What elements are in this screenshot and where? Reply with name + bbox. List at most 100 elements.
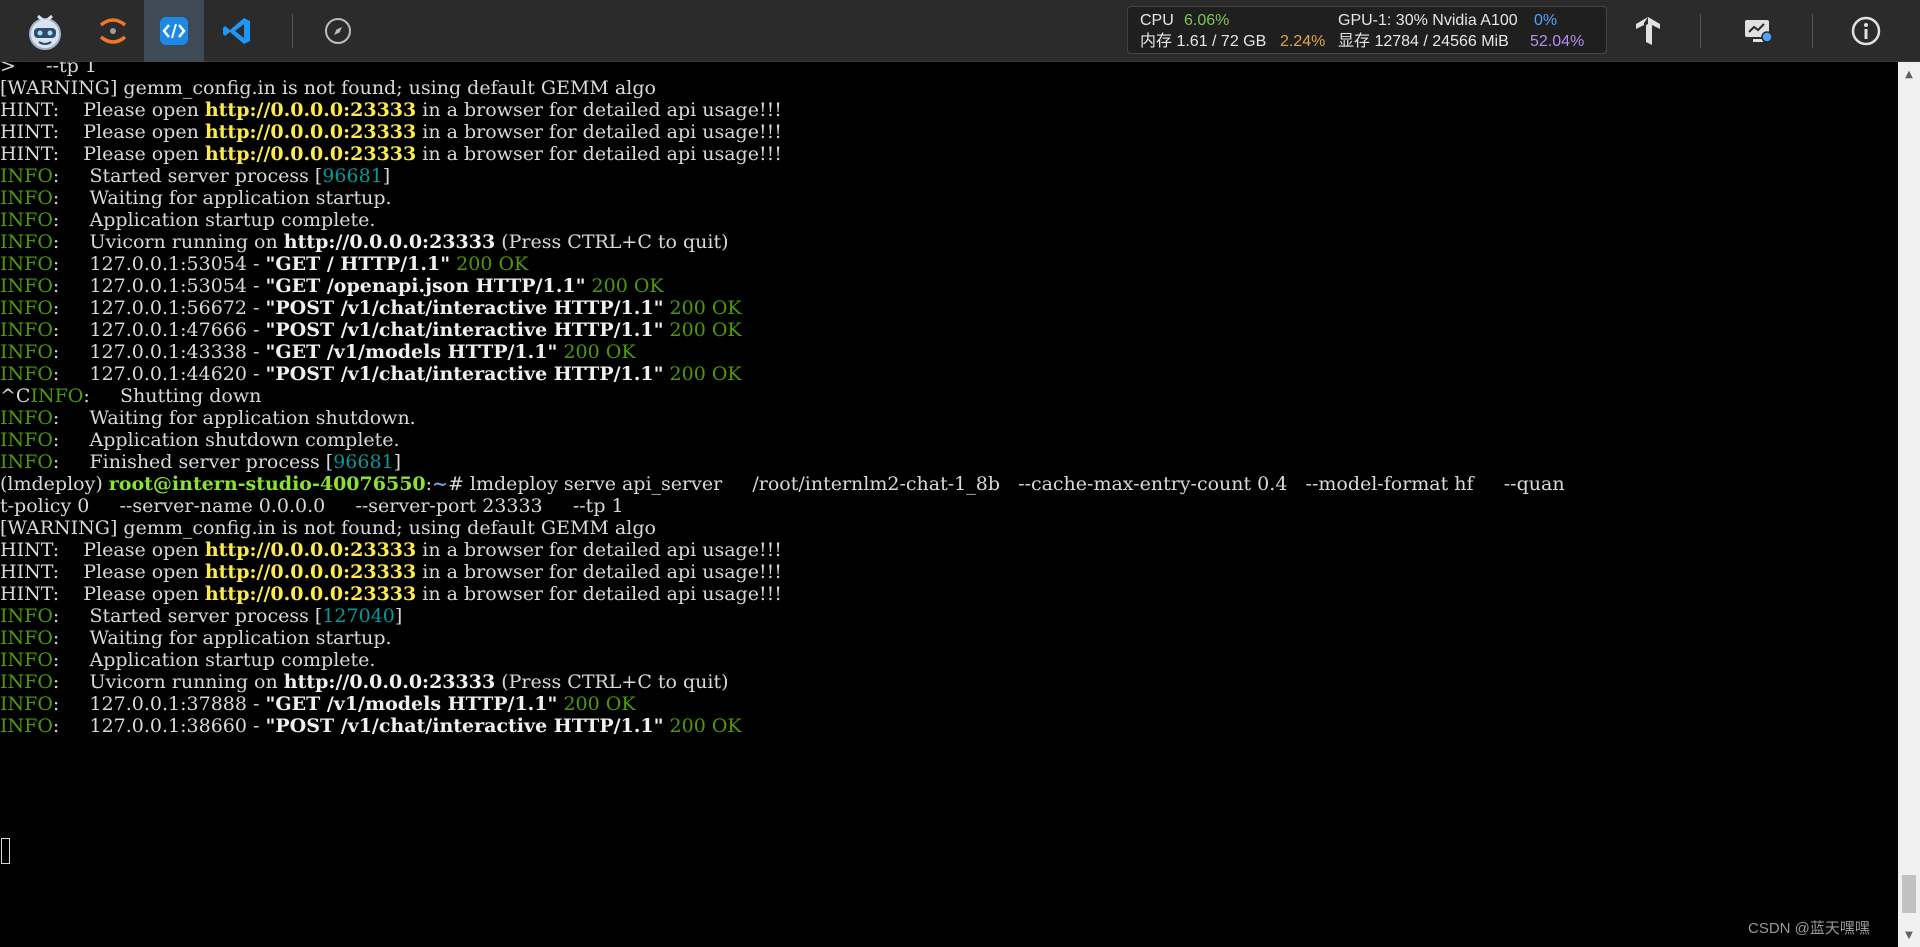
highlighted-text: http://0.0.0.0:23333	[283, 231, 496, 253]
highlighted-text: "POST /v1/chat/interactive HTTP/1.1"	[265, 363, 664, 385]
terminal-text: : 127.0.0.1:44620 -	[52, 363, 266, 385]
log-level-info: INFO	[0, 187, 53, 209]
terminal-text: in a browser for detailed api usage!!!	[416, 561, 782, 583]
terminal-text: : Application startup complete.	[52, 209, 376, 231]
log-level-info: INFO	[0, 209, 53, 231]
terminal-text: : 127.0.0.1:38660 -	[52, 715, 266, 737]
gpu-label: GPU-1: 30% Nvidia A100	[1338, 12, 1518, 29]
terminal-text: : 127.0.0.1:43338 -	[52, 341, 266, 363]
log-level-info: INFO	[0, 451, 53, 473]
terminal-text: in a browser for detailed api usage!!!	[416, 99, 782, 121]
status-ok: 200 OK	[450, 253, 529, 275]
terminal-text: : 127.0.0.1:37888 -	[52, 693, 266, 715]
terminal-text: : Started server process [	[52, 165, 323, 187]
top-toolbar: CPU 6.06% 内存 1.61 / 72 GB 2.24% GPU-1: 3…	[0, 0, 1920, 62]
log-level-info: INFO	[0, 605, 53, 627]
terminal-line: INFO: 127.0.0.1:38660 - "POST /v1/chat/i…	[0, 713, 742, 740]
status-ok: 200 OK	[557, 341, 636, 363]
url-link[interactable]: http://0.0.0.0:23333	[205, 121, 416, 143]
terminal-text: : 127.0.0.1:56672 -	[52, 297, 266, 319]
code-server-icon[interactable]	[144, 0, 204, 62]
log-level-info: INFO	[0, 429, 53, 451]
scrollbar-thumb[interactable]	[1902, 875, 1916, 913]
terminal-text: : Uvicorn running on	[52, 231, 284, 253]
url-link[interactable]: http://0.0.0.0:23333	[205, 143, 416, 165]
log-level-info: INFO	[0, 649, 53, 671]
vram-label: 显存 12784 / 24566 MiB	[1338, 33, 1509, 50]
scroll-up-arrow-icon[interactable]: ▲	[1898, 64, 1920, 84]
url-link[interactable]: http://0.0.0.0:23333	[205, 583, 416, 605]
vram-usage-value: 52.04%	[1530, 33, 1585, 50]
terminal-text: : Waiting for application startup.	[52, 627, 392, 649]
terminal-text: ^C	[0, 385, 31, 407]
terminal-scrollbar[interactable]: ▲ ▼	[1898, 62, 1920, 947]
cpu-usage-value: 6.06%	[1184, 12, 1230, 29]
watermark: CSDN @蓝天嘿嘿	[1748, 920, 1870, 937]
log-level-info: INFO	[0, 363, 53, 385]
highlighted-text: "GET /openapi.json HTTP/1.1"	[265, 275, 586, 297]
toolbar-divider	[1812, 14, 1813, 48]
log-level-info: INFO	[0, 319, 53, 341]
process-id: 127040	[322, 605, 395, 627]
robot-logo-icon[interactable]	[10, 0, 80, 62]
status-ok: 200 OK	[663, 319, 742, 341]
process-id: 96681	[333, 451, 394, 473]
log-level-info: INFO	[0, 627, 53, 649]
terminal-text: : Shutting down	[83, 385, 262, 407]
status-ok: 200 OK	[663, 363, 742, 385]
tensorflow-icon[interactable]	[1622, 0, 1674, 62]
terminal-text: : Finished server process [	[52, 451, 334, 473]
terminal-text: HINT: Please open	[0, 539, 205, 561]
status-ok: 200 OK	[663, 715, 742, 737]
terminal-text: in a browser for detailed api usage!!!	[416, 143, 782, 165]
log-level-info: INFO	[0, 165, 53, 187]
highlighted-text: http://0.0.0.0:23333	[283, 671, 496, 693]
terminal-text: ]	[394, 605, 403, 627]
shell-prompt-path: ~	[432, 473, 448, 495]
vscode-icon[interactable]	[210, 0, 264, 62]
terminal-text: : 127.0.0.1:53054 -	[52, 275, 266, 297]
terminal-text: in a browser for detailed api usage!!!	[416, 121, 782, 143]
highlighted-text: "POST /v1/chat/interactive HTTP/1.1"	[265, 297, 664, 319]
scroll-down-arrow-icon[interactable]: ▼	[1898, 925, 1920, 945]
terminal-text: HINT: Please open	[0, 143, 205, 165]
terminal-text: [WARNING] gemm_config.in is not found; u…	[0, 517, 656, 539]
log-level-info: INFO	[0, 341, 53, 363]
terminal-text: (Press CTRL+C to quit)	[495, 231, 729, 253]
log-level-info: INFO	[0, 231, 53, 253]
log-level-info: INFO	[0, 253, 53, 275]
status-ok: 200 OK	[557, 693, 636, 715]
terminal-text: HINT: Please open	[0, 99, 205, 121]
terminal-text: : 127.0.0.1:53054 -	[52, 253, 266, 275]
terminal-text: HINT: Please open	[0, 561, 205, 583]
resource-stats-panel: CPU 6.06% 内存 1.61 / 72 GB 2.24% GPU-1: 3…	[1127, 6, 1607, 54]
terminal-text: in a browser for detailed api usage!!!	[416, 539, 782, 561]
highlighted-text: "GET /v1/models HTTP/1.1"	[265, 341, 558, 363]
log-level-info: INFO	[0, 715, 53, 737]
memory-usage-value: 2.24%	[1280, 33, 1326, 50]
log-level-info: INFO	[0, 671, 53, 693]
terminal-output[interactable]: > --tp 1 [WARNING] gemm_config.in is not …	[0, 62, 1898, 947]
compass-icon[interactable]	[312, 0, 364, 62]
monitor-icon[interactable]	[1732, 0, 1784, 62]
terminal-text: in a browser for detailed api usage!!!	[416, 583, 782, 605]
terminal-text: : Started server process [	[52, 605, 323, 627]
terminal-cursor	[1, 838, 10, 864]
jupyter-icon[interactable]	[86, 0, 140, 62]
terminal-text: (lmdeploy)	[0, 473, 109, 495]
terminal-text: : Application startup complete.	[52, 649, 376, 671]
shell-prompt-user: root@intern-studio-40076550	[108, 473, 426, 495]
url-link[interactable]: http://0.0.0.0:23333	[205, 539, 416, 561]
highlighted-text: "POST /v1/chat/interactive HTTP/1.1"	[265, 715, 664, 737]
log-level-info: INFO	[0, 693, 53, 715]
highlighted-text: "GET / HTTP/1.1"	[265, 253, 451, 275]
log-level-info: INFO	[30, 385, 84, 407]
url-link[interactable]: http://0.0.0.0:23333	[205, 561, 416, 583]
cpu-label: CPU	[1140, 12, 1174, 29]
url-link[interactable]: http://0.0.0.0:23333	[205, 99, 416, 121]
log-level-info: INFO	[0, 407, 53, 429]
terminal-text: # lmdeploy serve api_server /root/intern…	[447, 473, 1565, 495]
info-icon[interactable]	[1840, 0, 1892, 62]
toolbar-divider	[292, 14, 293, 48]
terminal-text: [WARNING] gemm_config.in is not found; u…	[0, 77, 656, 99]
